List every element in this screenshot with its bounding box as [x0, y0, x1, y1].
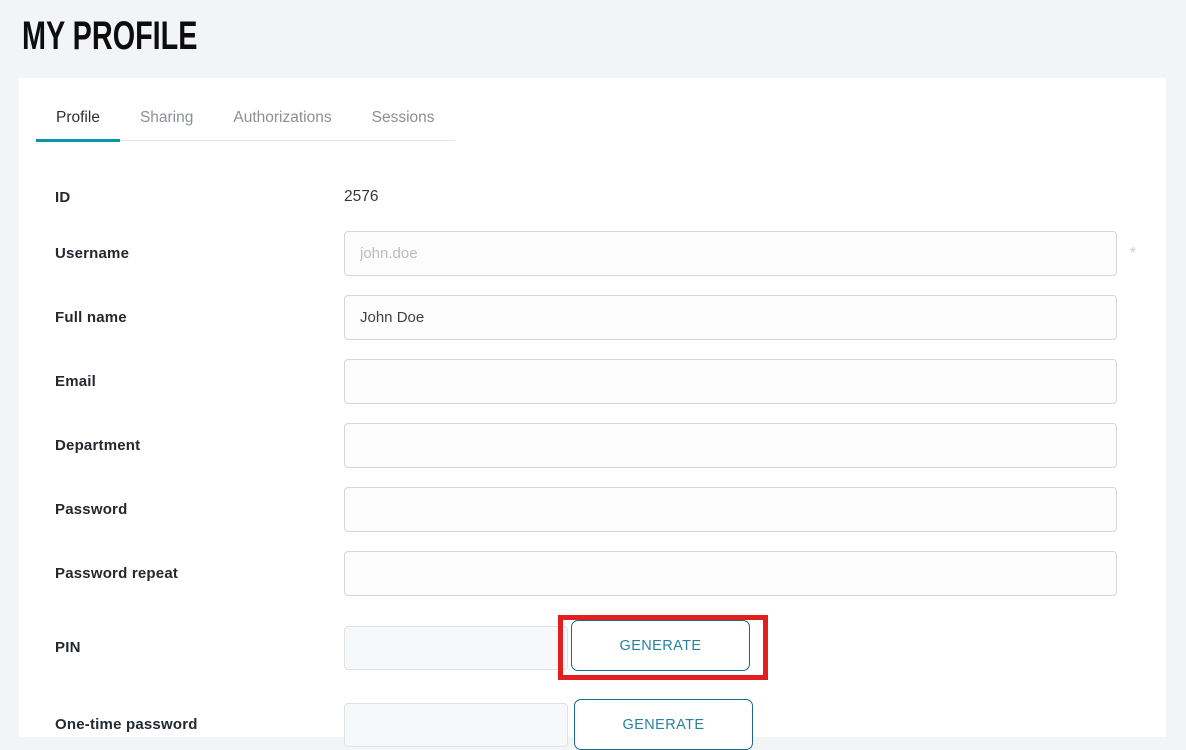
form-row-fullname: Full name — [55, 295, 1117, 340]
pin-input[interactable] — [344, 626, 568, 670]
form-row-username: Username * — [55, 231, 1117, 276]
tab-bar: Profile Sharing Authorizations Sessions — [36, 98, 455, 141]
page-title: MY PROFILE — [22, 10, 197, 62]
department-label: Department — [55, 437, 344, 454]
form-row-id: ID 2576 — [55, 177, 1117, 217]
id-value: 2576 — [344, 188, 378, 206]
email-input[interactable] — [344, 359, 1117, 404]
otp-label: One-time password — [55, 716, 344, 733]
tab-profile[interactable]: Profile — [36, 98, 120, 140]
profile-card: Profile Sharing Authorizations Sessions … — [19, 78, 1166, 737]
form-row-department: Department — [55, 423, 1117, 468]
annotation-highlight-box: GENERATE — [558, 615, 768, 680]
tab-sessions[interactable]: Sessions — [352, 98, 455, 140]
otp-generate-button[interactable]: GENERATE — [574, 699, 753, 750]
tab-sharing[interactable]: Sharing — [120, 98, 213, 140]
pin-generate-button[interactable]: GENERATE — [571, 620, 750, 671]
tab-authorizations[interactable]: Authorizations — [213, 98, 351, 140]
form-row-password: Password — [55, 487, 1117, 532]
form-row-password-repeat: Password repeat — [55, 551, 1117, 596]
fullname-label: Full name — [55, 309, 344, 326]
otp-input[interactable] — [344, 703, 568, 747]
form-row-otp: One-time password GENERATE — [55, 699, 1117, 750]
required-marker: * — [1130, 245, 1136, 263]
fullname-input[interactable] — [344, 295, 1117, 340]
password-label: Password — [55, 501, 344, 518]
email-label: Email — [55, 373, 344, 390]
username-input[interactable] — [344, 231, 1117, 276]
username-label: Username — [55, 245, 344, 262]
tabs-container: Profile Sharing Authorizations Sessions — [19, 78, 1166, 141]
form-row-email: Email — [55, 359, 1117, 404]
password-input[interactable] — [344, 487, 1117, 532]
password-repeat-label: Password repeat — [55, 565, 344, 582]
page-header: MY PROFILE — [0, 0, 1186, 78]
id-label: ID — [55, 189, 344, 206]
password-repeat-input[interactable] — [344, 551, 1117, 596]
form-row-pin: PIN GENERATE — [55, 615, 1117, 680]
pin-label: PIN — [55, 639, 344, 656]
department-input[interactable] — [344, 423, 1117, 468]
profile-form: ID 2576 Username * Full name Email — [19, 141, 1166, 750]
